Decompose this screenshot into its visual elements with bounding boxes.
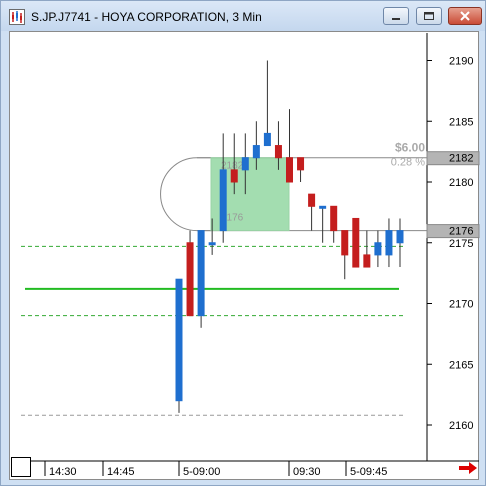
y-tick-label: 2160 <box>449 420 473 432</box>
x-tick-label: 14:30 <box>49 466 77 478</box>
candle-body <box>286 157 293 183</box>
candlestick-chart[interactable]: 2182 2176 $6.00 0.28 % 2160 2165 2170 2175 2180… <box>1 1 486 487</box>
candle-body <box>197 230 205 317</box>
measure-bracket <box>160 157 211 232</box>
candle-body <box>352 217 360 268</box>
x-tick-label: 09:30 <box>293 466 321 478</box>
candle-body <box>241 157 249 171</box>
x-tick-label: 14:45 <box>107 466 135 478</box>
x-tick-label: 5-09:45 <box>350 466 387 478</box>
y-tick-label: 2165 <box>449 359 473 371</box>
candle-body <box>374 242 382 256</box>
candle-body <box>385 230 393 256</box>
candle-body <box>308 193 316 207</box>
chart-corner-box[interactable] <box>11 457 31 477</box>
y-tick-label: 2190 <box>449 56 473 68</box>
price-marker-label: 2176 <box>449 226 473 238</box>
candle-body <box>230 169 238 183</box>
candle-body <box>186 242 194 317</box>
scroll-right-arrow-icon[interactable] <box>457 459 479 477</box>
y-tick-label: 2175 <box>449 238 473 250</box>
candle-body <box>252 145 260 159</box>
measure-change: $6.00 <box>395 141 425 155</box>
candle-body <box>208 242 216 246</box>
candle-body <box>341 230 349 256</box>
y-tick-label: 2180 <box>449 177 473 189</box>
candle-body <box>263 132 271 147</box>
candle-body <box>319 205 327 209</box>
x-tick-label: 5-09:00 <box>183 466 220 478</box>
candle-body <box>219 169 227 232</box>
candle-body <box>297 157 305 171</box>
y-tick-label: 2170 <box>449 299 473 311</box>
y-tick-label: 2185 <box>449 116 473 128</box>
measure-percent: 0.28 % <box>391 157 425 169</box>
candle-body <box>175 278 183 402</box>
price-marker-label: 2182 <box>449 153 473 165</box>
candle-body <box>396 230 404 244</box>
candle-body <box>330 205 338 232</box>
candle-body <box>274 145 282 159</box>
candle-body <box>363 254 371 268</box>
chart-window: S.JP.J7741 - HOYA CORPORATION, 3 Min 218… <box>0 0 486 486</box>
